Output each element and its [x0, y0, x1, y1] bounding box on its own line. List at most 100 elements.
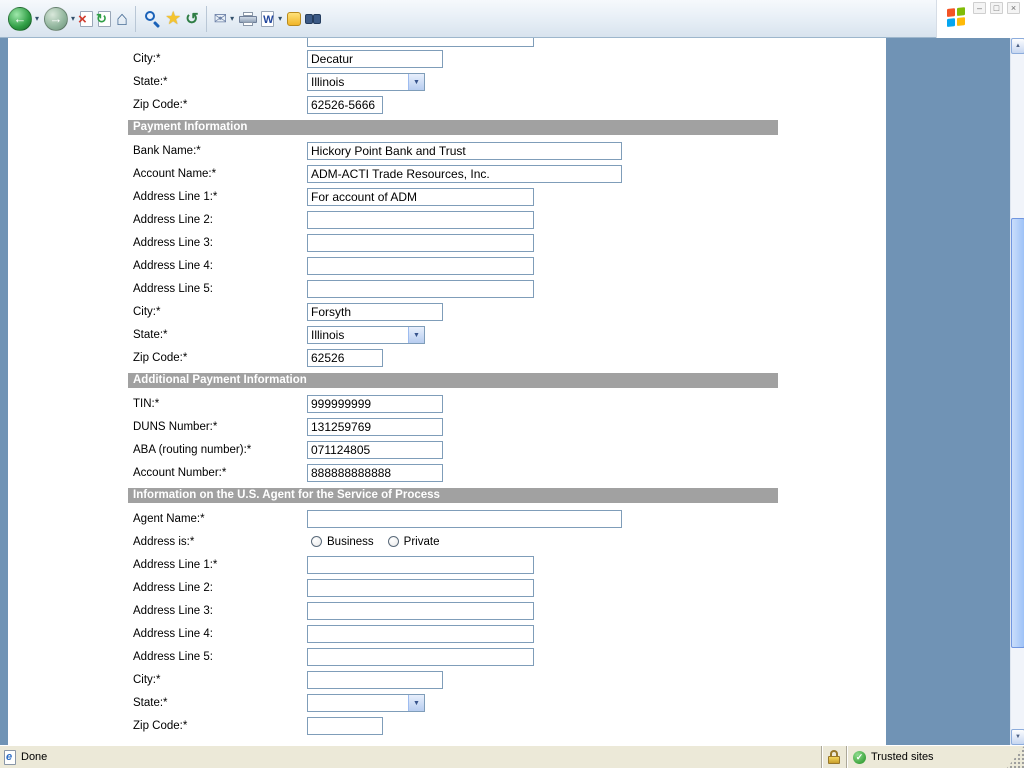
address-line-4-label: Address Line 4:	[133, 260, 307, 272]
form-row: Zip Code:*	[8, 346, 886, 369]
form-row: Address Line 3:	[8, 599, 886, 622]
home-button[interactable]: ⌂	[114, 4, 130, 34]
back-button[interactable]: ←	[6, 4, 34, 34]
city-input[interactable]	[307, 671, 443, 689]
messenger-button[interactable]	[285, 4, 303, 34]
form-row: Account Number:*	[8, 461, 886, 484]
restore-button[interactable]: □	[990, 2, 1003, 14]
address-line-2-input[interactable]	[307, 579, 534, 597]
dropdown-arrow-icon[interactable]: ▼	[408, 74, 424, 90]
address-line-1-label: Address Line 1:*	[133, 559, 307, 571]
favorites-button[interactable]: ★	[163, 4, 183, 34]
aba-routing-number-input[interactable]	[307, 441, 443, 459]
form-row: Account Name:*	[8, 162, 886, 185]
aba-routing-number-label: ABA (routing number):*	[133, 444, 307, 456]
state-select[interactable]: Illinois▼	[307, 73, 425, 91]
zone-panel[interactable]: ✓ Trusted sites	[846, 746, 1007, 768]
form-row: Address Line 1:*	[8, 185, 886, 208]
radio-label: Business	[327, 536, 374, 548]
agent-name-input[interactable]	[307, 510, 622, 528]
form-row: City:*	[8, 300, 886, 323]
stop-button[interactable]: ×	[78, 4, 96, 34]
radio-icon[interactable]	[311, 536, 322, 547]
radio-option-business[interactable]: Business	[311, 536, 374, 548]
radio-option-private[interactable]: Private	[388, 536, 440, 548]
vertical-scrollbar[interactable]: ▲ ▼	[1010, 38, 1024, 745]
address-line-3-input[interactable]	[307, 602, 534, 620]
state-select[interactable]: ▼	[307, 694, 425, 712]
address-line-3-input[interactable]	[307, 234, 534, 252]
address-line-2-label: Address Line 2:	[133, 582, 307, 594]
city-label: City:*	[133, 53, 307, 65]
city-input[interactable]	[307, 50, 443, 68]
form-row: Agent Name:*	[8, 507, 886, 530]
address-line-5-label: Address Line 5:	[133, 283, 307, 295]
word-w-glyph: W	[263, 14, 273, 26]
address-line-4-input[interactable]	[307, 625, 534, 643]
state-select[interactable]: Illinois▼	[307, 326, 425, 344]
account-number-label: Account Number:*	[133, 467, 307, 479]
forward-button[interactable]: →	[42, 4, 70, 34]
address-line-4-input[interactable]	[307, 257, 534, 275]
history-button[interactable]: ↺	[183, 4, 200, 34]
scroll-down-icon[interactable]: ▼	[1011, 729, 1024, 745]
radio-icon[interactable]	[388, 536, 399, 547]
address-line-1-input[interactable]	[307, 188, 534, 206]
trusted-check-icon: ✓	[853, 751, 866, 764]
search-button[interactable]	[141, 4, 163, 34]
dropdown-arrow-icon[interactable]: ▼	[408, 695, 424, 711]
duns-number-input[interactable]	[307, 418, 443, 436]
back-dropdown-icon[interactable]: ▾	[35, 14, 39, 23]
zip-code-input[interactable]	[307, 717, 383, 735]
research-button[interactable]	[303, 4, 323, 34]
refresh-button[interactable]: ↻	[96, 4, 114, 34]
brand-panel: – □ ×	[936, 0, 1024, 38]
refresh-icon: ↻	[98, 11, 111, 27]
zip-code-input[interactable]	[307, 96, 383, 114]
resize-grip[interactable]	[1007, 746, 1024, 768]
form-row: Address is:*BusinessPrivate	[8, 530, 886, 553]
city-input[interactable]	[307, 303, 443, 321]
dropdown-arrow-icon[interactable]: ▼	[408, 327, 424, 343]
zip-code-label: Zip Code:*	[133, 99, 307, 111]
form-row: TIN:*	[8, 392, 886, 415]
research-icon	[305, 12, 321, 26]
form-row: DUNS Number:*	[8, 415, 886, 438]
registration-form: City:*State:*Illinois▼Zip Code:*Payment …	[8, 47, 886, 737]
history-icon: ↺	[185, 9, 198, 29]
tin-label: TIN:*	[133, 398, 307, 410]
cutoff-input-top[interactable]	[307, 38, 534, 47]
city-label: City:*	[133, 674, 307, 686]
edit-with-word-button[interactable]: W	[259, 4, 277, 34]
tin-input[interactable]	[307, 395, 443, 413]
address-line-5-input[interactable]	[307, 648, 534, 666]
bank-name-input[interactable]	[307, 142, 622, 160]
address-is-radio-group: Business Private	[307, 536, 439, 548]
address-line-4-label: Address Line 4:	[133, 628, 307, 640]
word-dropdown-icon[interactable]: ▾	[278, 14, 282, 23]
home-icon: ⌂	[116, 11, 128, 27]
page-status-icon: e	[4, 750, 16, 765]
address-line-2-input[interactable]	[307, 211, 534, 229]
form-row: City:*	[8, 47, 886, 70]
minimize-button[interactable]: –	[973, 2, 986, 14]
state-label: State:*	[133, 697, 307, 709]
address-line-3-label: Address Line 3:	[133, 605, 307, 617]
account-number-input[interactable]	[307, 464, 443, 482]
scrollbar-thumb[interactable]	[1011, 218, 1024, 648]
section-header: Payment Information	[128, 120, 778, 135]
mail-dropdown-icon[interactable]: ▾	[230, 14, 234, 23]
scroll-up-icon[interactable]: ▲	[1011, 38, 1024, 54]
forward-dropdown-icon[interactable]: ▾	[71, 14, 75, 23]
address-line-5-input[interactable]	[307, 280, 534, 298]
account-name-input[interactable]	[307, 165, 622, 183]
zone-indicator: ✓ Trusted sites	[853, 751, 1001, 764]
print-button[interactable]	[237, 4, 259, 34]
browser-toolbar: ← ▾ → ▾ × ↻ ⌂ ★ ↺ ✉ ▾	[0, 0, 1024, 38]
close-button[interactable]: ×	[1007, 2, 1020, 14]
forward-icon: →	[44, 7, 68, 31]
agent-name-label: Agent Name:*	[133, 513, 307, 525]
mail-button[interactable]: ✉	[212, 4, 229, 34]
zip-code-input[interactable]	[307, 349, 383, 367]
address-line-1-input[interactable]	[307, 556, 534, 574]
